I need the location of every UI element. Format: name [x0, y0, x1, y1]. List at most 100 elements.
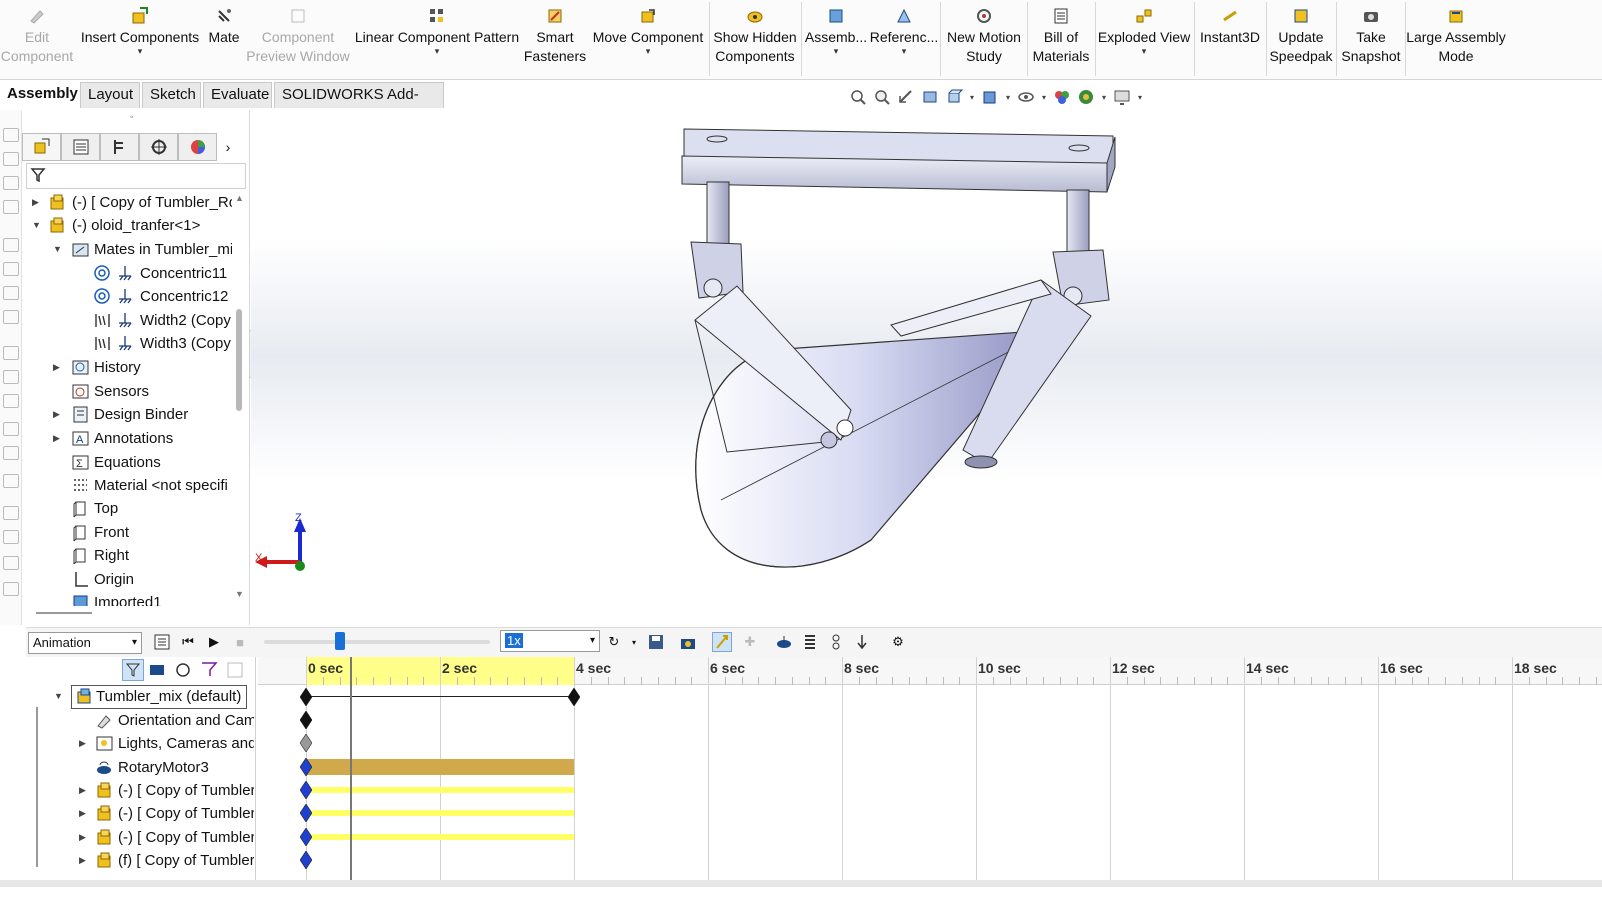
motion-tree-item[interactable]: (-) [ Copy of Tumbler: [118, 779, 254, 802]
tool-icon[interactable]: [3, 422, 19, 436]
tool-icon[interactable]: [3, 530, 19, 544]
calculate-icon[interactable]: [152, 632, 172, 652]
tree-item[interactable]: (-) oloid_tranfer<1>: [72, 214, 232, 237]
left-rod-part[interactable]: [690, 181, 744, 299]
motion-tree-item[interactable]: Orientation and Cam: [118, 709, 254, 732]
section-view-icon[interactable]: [920, 87, 940, 107]
chevron-down-icon[interactable]: ▾: [834, 47, 839, 56]
motion-tree-item[interactable]: Lights, Cameras and: [118, 732, 254, 755]
tree-filter-field[interactable]: [26, 163, 246, 189]
tree-item[interactable]: Concentric12 (: [140, 285, 232, 308]
tool-icon[interactable]: [3, 176, 19, 190]
key-point[interactable]: [300, 781, 312, 799]
chevron-down-icon[interactable]: ▾: [902, 47, 907, 56]
chevron-down-icon[interactable]: ▾: [646, 47, 651, 56]
tree-item[interactable]: Sensors: [94, 380, 232, 403]
take-snapshot-button[interactable]: Take Snapshot: [1338, 0, 1404, 80]
motion-tree-root[interactable]: Tumbler_mix (default): [71, 685, 247, 709]
key-point[interactable]: [300, 851, 312, 869]
graphics-area[interactable]: Z X: [251, 110, 1602, 625]
key-point[interactable]: [300, 711, 312, 729]
settings-gear-icon[interactable]: ⚙: [888, 632, 908, 652]
collapse-all-icon[interactable]: [226, 661, 246, 682]
time-bar[interactable]: [349, 657, 352, 887]
tool-icon[interactable]: [3, 446, 19, 460]
expand-arrow-icon[interactable]: ▶: [53, 427, 60, 450]
key-point[interactable]: [568, 688, 580, 706]
tool-icon[interactable]: [3, 200, 19, 214]
key-point[interactable]: [300, 804, 312, 822]
tree-scrollbar[interactable]: ▲ ▼: [232, 193, 246, 603]
tool-icon[interactable]: [3, 556, 19, 570]
tree-item[interactable]: Concentric11 (: [140, 262, 232, 285]
tool-icon[interactable]: [3, 346, 19, 360]
insert-components-button[interactable]: Insert Components ▾: [78, 0, 202, 80]
assembly-features-button[interactable]: Assemb... ▾: [804, 0, 868, 80]
featuremanager-tree-tab-icon[interactable]: [22, 133, 61, 161]
filter-results-icon[interactable]: [200, 661, 220, 682]
mate-button[interactable]: Mate: [203, 0, 245, 80]
stop-icon[interactable]: ■: [230, 632, 250, 652]
motion-tree-item[interactable]: (-) [ Copy of Tumbler: [118, 802, 254, 825]
view-orientation-icon[interactable]: [944, 87, 964, 107]
tool-icon[interactable]: [3, 582, 19, 596]
edit-appearance-icon[interactable]: [1052, 87, 1072, 107]
tab-layout[interactable]: Layout: [80, 82, 140, 108]
expand-arrow-icon[interactable]: ▶: [53, 403, 60, 426]
tool-icon[interactable]: [3, 310, 19, 324]
motion-tree-item[interactable]: RotaryMotor3: [118, 756, 254, 779]
chevron-down-icon[interactable]: ▾: [1142, 47, 1147, 56]
autokey-icon[interactable]: [712, 632, 732, 652]
tree-item[interactable]: Top: [94, 497, 232, 520]
chevron-down-icon[interactable]: ▾: [624, 632, 644, 652]
tool-icon[interactable]: [3, 370, 19, 384]
linear-component-pattern-button[interactable]: Linear Component Pattern ▾: [354, 0, 520, 80]
chevron-down-icon[interactable]: ▾: [968, 87, 976, 107]
tree-item[interactable]: Width3 (Copy: [140, 332, 232, 355]
motion-tree-item[interactable]: (f) [ Copy of Tumbler: [118, 849, 254, 872]
animation-wizard-icon[interactable]: [678, 632, 698, 652]
tree-item[interactable]: Material <not specifi: [94, 474, 232, 497]
displaymanager-tab-icon[interactable]: [178, 133, 217, 161]
playback-slider-track[interactable]: [264, 640, 490, 644]
chevron-right-icon[interactable]: ›: [217, 133, 239, 161]
collapse-arrow-icon[interactable]: ▼: [53, 238, 62, 261]
motion-tree-item[interactable]: (-) [ Copy of Tumbler: [118, 826, 254, 849]
key-point[interactable]: [300, 688, 312, 706]
gravity-icon[interactable]: [852, 632, 872, 652]
configurationmanager-tab-icon[interactable]: [100, 133, 139, 161]
tree-item[interactable]: Right: [94, 544, 232, 567]
apply-scene-icon[interactable]: [1076, 87, 1096, 107]
propertymanager-tab-icon[interactable]: [61, 133, 100, 161]
expand-arrow-icon[interactable]: ▶: [79, 779, 86, 802]
expand-arrow-icon[interactable]: ▶: [79, 732, 86, 755]
tab-assembly[interactable]: Assembly: [0, 82, 80, 108]
playback-speed-select[interactable]: 1x ▾: [500, 630, 600, 652]
reference-geometry-button[interactable]: Referenc... ▾: [870, 0, 938, 80]
tool-icon[interactable]: [3, 506, 19, 520]
key-point[interactable]: [300, 734, 312, 752]
hide-show-items-icon[interactable]: [1016, 87, 1036, 107]
tab-solidworks-addins[interactable]: SOLIDWORKS Add-Ins: [274, 82, 444, 127]
chevron-down-icon[interactable]: ▾: [1004, 87, 1012, 107]
instant3d-button[interactable]: Instant3D: [1196, 0, 1264, 80]
tree-item[interactable]: (-) [ Copy of Tumbler_Ro: [72, 191, 232, 214]
collapse-arrow-icon[interactable]: ▼: [32, 214, 41, 237]
motor-icon[interactable]: [774, 632, 794, 652]
tool-icon[interactable]: [3, 152, 19, 166]
new-motion-study-button[interactable]: New Motion Study: [942, 0, 1026, 80]
chevron-down-icon[interactable]: ▾: [1136, 87, 1144, 107]
move-component-button[interactable]: Move Component ▾: [590, 0, 706, 80]
tree-item[interactable]: Equations: [94, 451, 232, 474]
view-settings-icon[interactable]: [1112, 87, 1132, 107]
filter-selected-icon[interactable]: [174, 661, 194, 682]
component-preview-window-button[interactable]: Component Preview Window: [246, 0, 350, 80]
update-speedpak-button[interactable]: Update Speedpak: [1268, 0, 1334, 80]
tab-sketch[interactable]: Sketch: [142, 82, 201, 108]
tool-icon[interactable]: [3, 474, 19, 488]
tab-evaluate[interactable]: Evaluate: [203, 82, 272, 108]
save-animation-icon[interactable]: [646, 632, 666, 652]
bill-of-materials-button[interactable]: Bill of Materials: [1029, 0, 1093, 80]
expand-arrow-icon[interactable]: ▶: [79, 802, 86, 825]
spring-icon[interactable]: [800, 632, 820, 652]
